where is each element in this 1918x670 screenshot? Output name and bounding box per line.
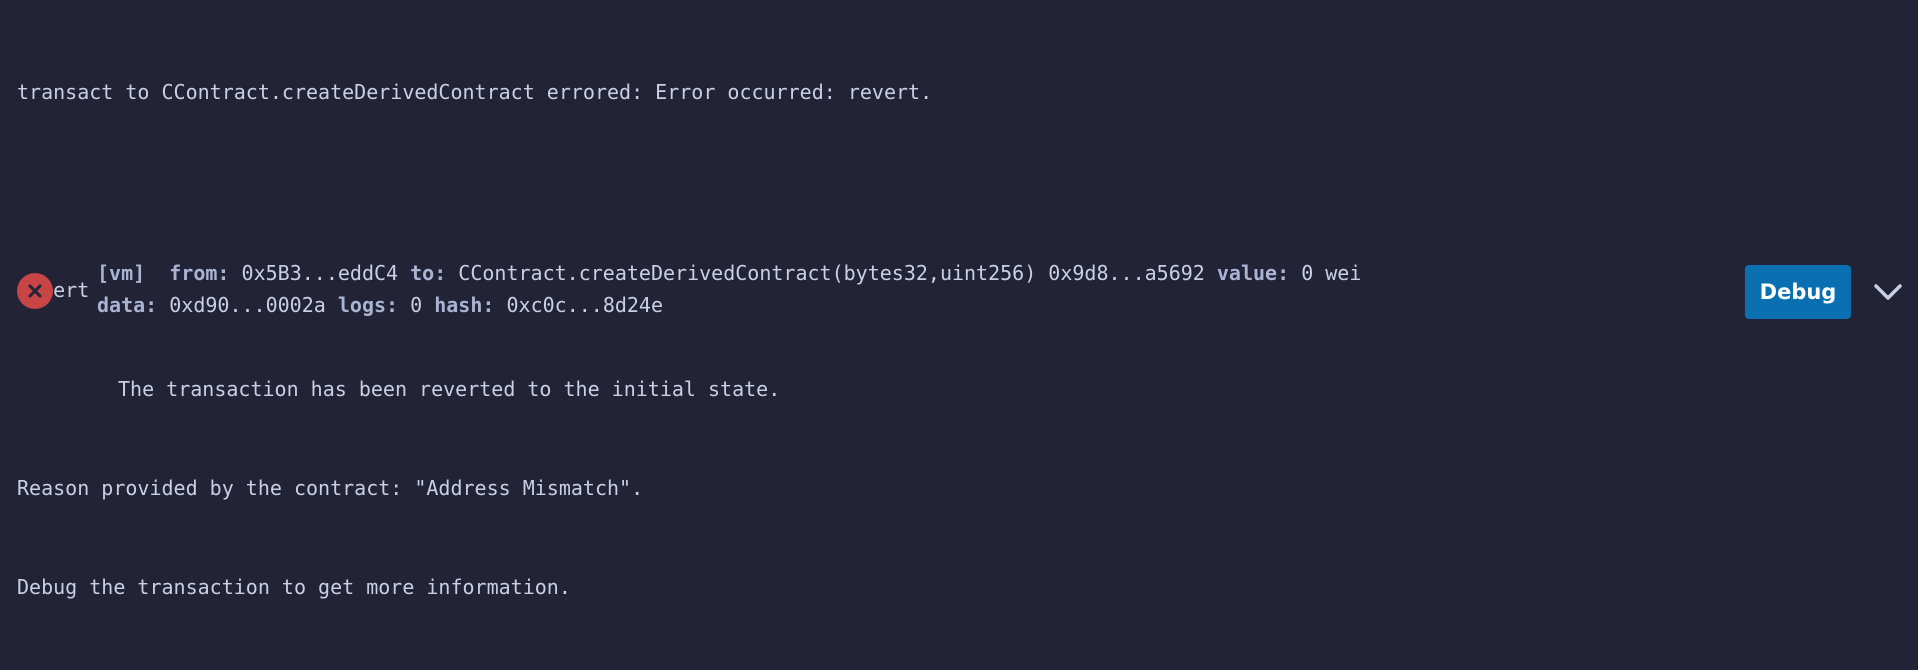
error-line-reverted-state: The transaction has been reverted to the… [118,377,781,401]
terminal-output: transact to CContract.createDerivedContr… [0,0,1918,599]
to-label: to: [410,261,447,285]
data-value: 0xd90...0002a [169,293,326,317]
value-amount: 0 wei [1301,261,1362,285]
error-line-reason: Reason provided by the contract: "Addres… [17,476,644,500]
value-label: value: [1216,261,1290,285]
hash-label: hash: [434,293,495,317]
to-value: CContract.createDerivedContract(bytes32,… [458,261,1205,285]
error-line-debug-hint: Debug the transaction to get more inform… [17,575,571,599]
logs-value: 0 [410,293,423,317]
error-line-transact: transact to CContract.createDerivedContr… [17,80,933,104]
logs-label: logs: [337,293,399,317]
close-icon-glyph [28,284,42,298]
transaction-summary[interactable]: [vm] from: 0x5B3...eddC4 to: CContract.c… [97,257,1361,321]
debug-button[interactable]: Debug [1745,265,1851,319]
close-icon [17,273,53,309]
error-message: transact to CContract.createDerivedContr… [17,10,932,670]
vm-tag: [vm] [97,261,146,285]
hash-value: 0xc0c...8d24e [506,293,664,317]
chevron-down-icon[interactable] [1872,281,1904,303]
from-address: 0x5B3...eddC4 [241,261,399,285]
from-label: from: [169,261,230,285]
transaction-log-row: [vm] from: 0x5B3...eddC4 to: CContract.c… [0,255,1918,325]
data-label: data: [97,293,158,317]
